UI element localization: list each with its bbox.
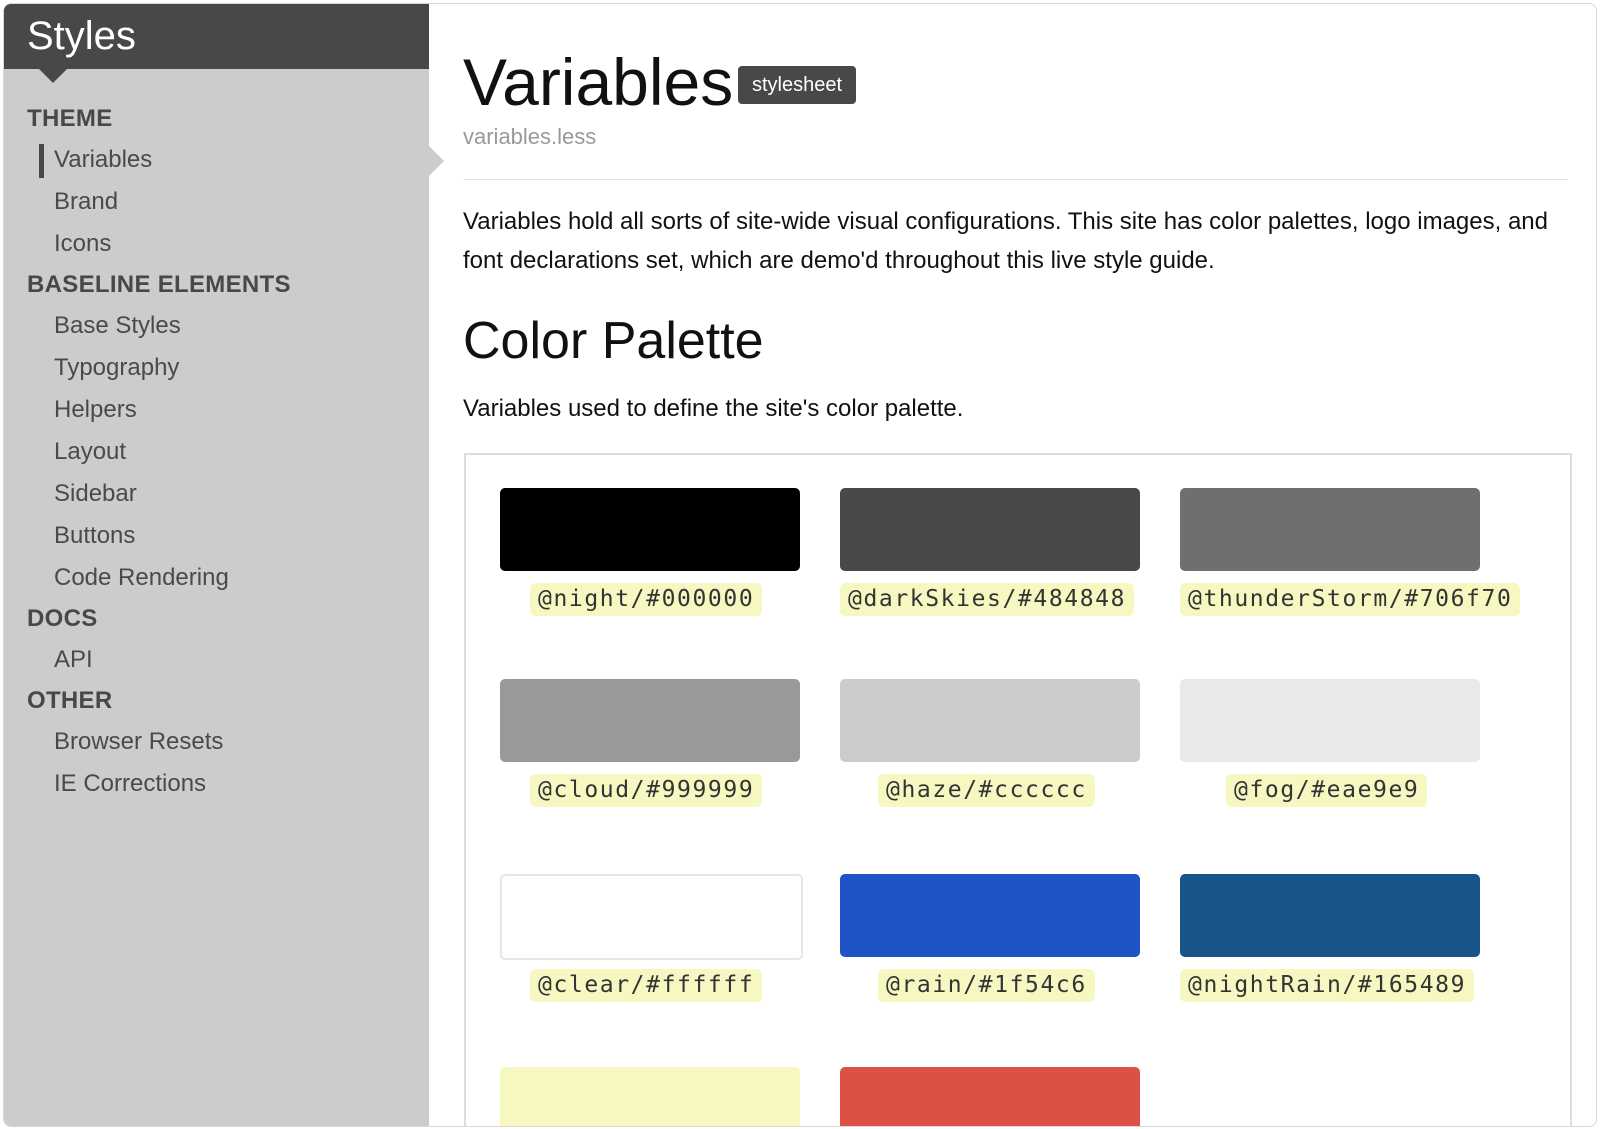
sidebar-item-helpers[interactable]: Helpers bbox=[4, 389, 429, 431]
sidebar-item-ie-corrections[interactable]: IE Corrections bbox=[4, 763, 429, 805]
color-palette: @night/#000000 @darkSkies/#484848 @thund… bbox=[464, 453, 1572, 1126]
sidebar-item-api[interactable]: API bbox=[4, 639, 429, 681]
color-chip bbox=[1180, 874, 1480, 957]
sidebar-header: Styles bbox=[4, 4, 429, 83]
source-filename: variables.less bbox=[463, 124, 597, 149]
swatch-label: @nightRain/#165489 bbox=[1180, 969, 1475, 1002]
sidebar-item-variables[interactable]: Variables bbox=[4, 139, 429, 181]
page-title: Variables bbox=[463, 45, 734, 119]
swatch-label: @darkSkies/#484848 bbox=[840, 583, 1135, 616]
swatch-label: @haze/#cccccc bbox=[878, 774, 1095, 807]
swatch-label: @night/#000000 bbox=[530, 583, 763, 616]
nav-group-other: OTHER Browser Resets IE Corrections bbox=[4, 681, 429, 805]
app-window: Styles THEME Variables Brand Icons BASEL… bbox=[3, 3, 1597, 1127]
nav-group-docs: DOCS API bbox=[4, 599, 429, 681]
sidebar-item-brand[interactable]: Brand bbox=[4, 181, 429, 223]
color-chip bbox=[1180, 488, 1480, 571]
color-chip bbox=[500, 488, 800, 571]
sidebar-nav: THEME Variables Brand Icons BASELINE ELE… bbox=[4, 99, 429, 805]
nav-group-baseline-elements: BASELINE ELEMENTS Base Styles Typography… bbox=[4, 265, 429, 599]
sidebar-item-buttons[interactable]: Buttons bbox=[4, 515, 429, 557]
nav-heading-docs: DOCS bbox=[27, 605, 98, 632]
sidebar-item-base-styles[interactable]: Base Styles bbox=[4, 305, 429, 347]
type-badge: stylesheet bbox=[738, 66, 857, 104]
color-chip bbox=[840, 679, 1140, 762]
active-item-pointer-icon bbox=[429, 146, 444, 176]
nav-heading-baseline-elements: BASELINE ELEMENTS bbox=[27, 271, 291, 298]
sidebar-title[interactable]: Styles bbox=[27, 14, 136, 58]
section-title: Color Palette bbox=[463, 312, 764, 370]
sidebar-item-browser-resets[interactable]: Browser Resets bbox=[4, 721, 429, 763]
nav-heading-theme: THEME bbox=[27, 105, 113, 132]
color-chip bbox=[1180, 679, 1480, 762]
intro-text: Variables hold all sorts of site-wide vi… bbox=[463, 208, 1549, 274]
swatch-label: @rain/#1f54c6 bbox=[878, 969, 1095, 1002]
nav-heading-other: OTHER bbox=[27, 687, 113, 714]
sidebar-item-code-rendering[interactable]: Code Rendering bbox=[4, 557, 429, 599]
nav-group-theme: THEME Variables Brand Icons bbox=[4, 99, 429, 265]
swatch-label: @cloud/#999999 bbox=[530, 774, 763, 807]
swatch-label: @fog/#eae9e9 bbox=[1226, 774, 1428, 807]
section-description: Variables used to define the site's colo… bbox=[463, 395, 964, 422]
sidebar-item-typography[interactable]: Typography bbox=[4, 347, 429, 389]
color-chip bbox=[840, 874, 1140, 957]
color-chip bbox=[500, 679, 800, 762]
color-chip bbox=[840, 1067, 1140, 1126]
sidebar-item-layout[interactable]: Layout bbox=[4, 431, 429, 473]
swatch-label: @thunderStorm/#706f70 bbox=[1180, 583, 1521, 616]
header-caret-icon bbox=[39, 69, 67, 83]
sidebar: Styles THEME Variables Brand Icons BASEL… bbox=[4, 4, 429, 1126]
color-chip bbox=[500, 1067, 800, 1126]
color-chip bbox=[840, 488, 1140, 571]
color-chip bbox=[500, 874, 803, 960]
divider bbox=[463, 179, 1568, 180]
sidebar-item-sidebar[interactable]: Sidebar bbox=[4, 473, 429, 515]
sidebar-item-icons[interactable]: Icons bbox=[4, 223, 429, 265]
swatch-label: @clear/#ffffff bbox=[530, 969, 763, 1002]
